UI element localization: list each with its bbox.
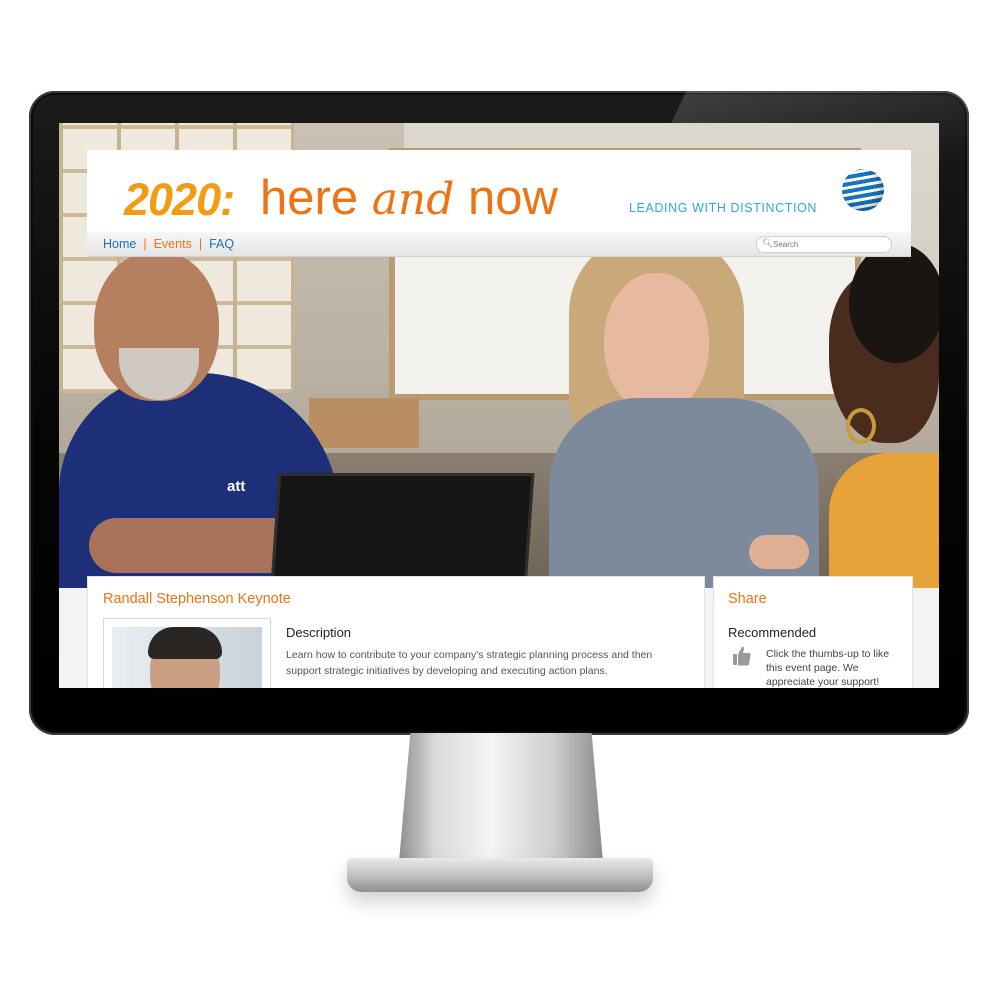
recommended-text: Click the thumbs-up to like this event p… bbox=[766, 648, 890, 688]
hero-photo: att 2020: here and now LEADING WITH DIST… bbox=[59, 123, 939, 588]
nav-events-link[interactable]: Events bbox=[154, 237, 192, 251]
search-box[interactable]: 🔍︎ bbox=[756, 236, 892, 253]
speaker-photo-frame bbox=[103, 618, 271, 688]
speaker-photo bbox=[112, 627, 262, 688]
hero-cardboard-box bbox=[309, 398, 419, 448]
share-card: Share Recommended Click the thumbs-up to… bbox=[713, 576, 913, 688]
description-heading: Description bbox=[286, 625, 352, 640]
site-header: 2020: here and now LEADING WITH DISTINCT… bbox=[87, 150, 911, 232]
nav-separator: | bbox=[143, 237, 147, 251]
speaker-hair bbox=[148, 627, 222, 659]
share-title[interactable]: Share bbox=[728, 591, 767, 607]
description-text: Learn how to contribute to your company'… bbox=[286, 649, 653, 677]
att-globe-icon[interactable] bbox=[842, 169, 884, 211]
monitor-stand-neck bbox=[398, 733, 604, 873]
title-here: here bbox=[260, 171, 372, 225]
screen: att 2020: here and now LEADING WITH DIST… bbox=[59, 123, 939, 688]
event-title[interactable]: Randall Stephenson Keynote bbox=[103, 591, 291, 607]
title-year: 2020: bbox=[124, 174, 235, 225]
shirt-att-logo: att bbox=[227, 478, 246, 495]
hero-person-right-hair bbox=[849, 243, 939, 363]
search-icon: 🔍︎ bbox=[762, 238, 774, 248]
hero-person-center-hand bbox=[749, 535, 809, 569]
tagline: LEADING WITH DISTINCTION bbox=[629, 201, 818, 215]
nav-bar: Home | Events | FAQ 🔍︎ bbox=[87, 232, 911, 257]
hero-earring bbox=[846, 408, 876, 444]
nav-list: Home | Events | FAQ bbox=[103, 237, 234, 251]
recommended-heading: Recommended bbox=[728, 625, 817, 640]
title-now: now bbox=[454, 171, 558, 225]
nav-separator: | bbox=[198, 237, 203, 251]
monitor-stand-base bbox=[347, 858, 653, 892]
nav-home-link[interactable]: Home bbox=[103, 237, 136, 251]
hero-person-center-face bbox=[604, 273, 709, 413]
hero-person-right-shirt bbox=[829, 453, 939, 588]
event-card: Randall Stephenson Keynote Description L… bbox=[87, 576, 705, 688]
hero-laptop bbox=[269, 473, 535, 588]
title-and: and bbox=[371, 174, 455, 225]
nav-faq-link[interactable]: FAQ bbox=[209, 237, 234, 251]
search-input[interactable] bbox=[773, 238, 883, 250]
site-title: here and now bbox=[260, 170, 558, 226]
thumbs-up-icon[interactable] bbox=[732, 645, 752, 667]
